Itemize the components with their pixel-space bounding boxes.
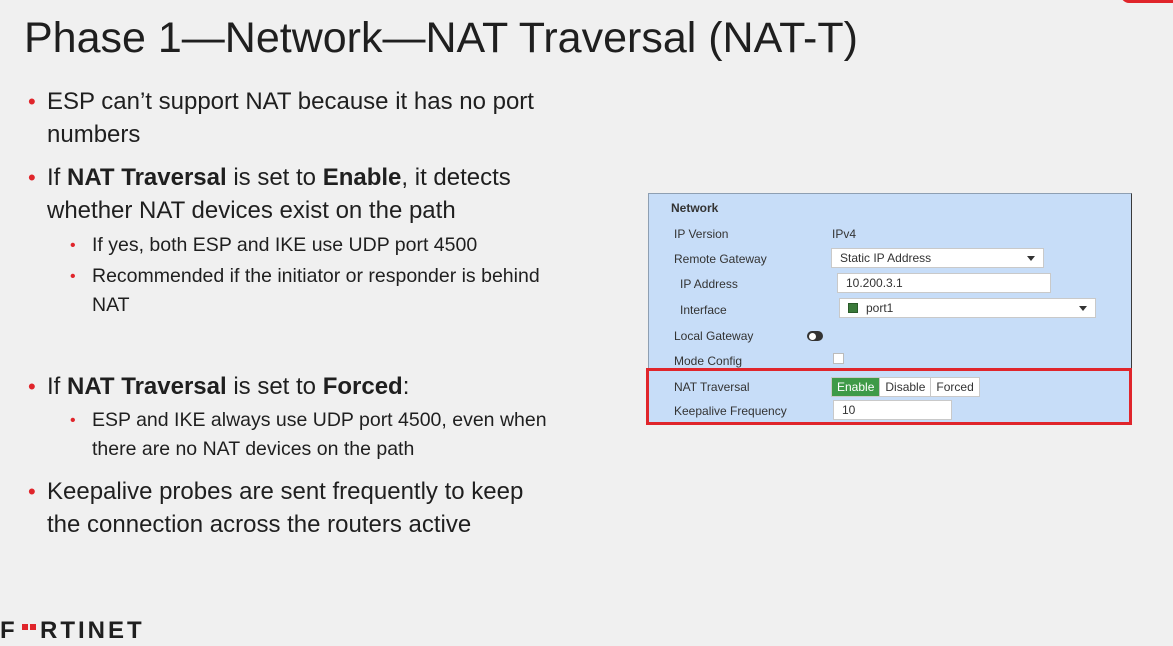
subbullet-text: Recommended if the initiator or responde…	[92, 265, 540, 287]
network-port-icon	[848, 303, 858, 313]
bullet-esp-nat: • ESP can’t support NAT because it has n…	[28, 85, 534, 151]
bullet-text: whether NAT devices exist on the path	[47, 197, 456, 224]
bold-term: Forced	[322, 373, 403, 400]
chevron-down-icon	[1079, 306, 1087, 311]
subbullet-udp-4500: • If yes, both ESP and IKE use UDP port …	[70, 231, 477, 260]
bold-term: Enable	[322, 164, 402, 191]
bullet-nat-forced: • If NAT Traversal is set to Forced:	[28, 370, 409, 403]
subbullet-recommended: • Recommended if the initiator or respon…	[70, 262, 540, 320]
fortinet-logo: F RTINET	[0, 617, 160, 646]
ip-address-label: IP Address	[680, 277, 738, 291]
bullet-text: the connection across the routers active	[47, 511, 472, 538]
svg-text:F: F	[0, 619, 18, 639]
bullet-text: is set to	[226, 164, 323, 191]
interface-select[interactable]: port1	[839, 298, 1096, 318]
bullet-dot-icon: •	[28, 165, 36, 190]
subbullet-text: ESP and IKE always use UDP port 4500, ev…	[92, 409, 547, 431]
bullet-dot-icon: •	[28, 89, 36, 114]
ip-version-label: IP Version	[674, 227, 729, 241]
bullet-text: is set to	[226, 373, 323, 400]
remote-gateway-label: Remote Gateway	[674, 252, 767, 266]
subbullet-text: there are no NAT devices on the path	[92, 438, 415, 460]
bullet-text: Keepalive probes are sent frequently to …	[47, 478, 524, 505]
slide-title: Phase 1—Network—NAT Traversal (NAT-T)	[24, 14, 858, 62]
remote-gateway-value: Static IP Address	[840, 251, 932, 265]
mode-config-checkbox[interactable]	[833, 353, 844, 364]
local-gateway-toggle[interactable]	[807, 331, 823, 341]
bold-term: NAT Traversal	[67, 164, 227, 191]
bullet-keepalive: • Keepalive probes are sent frequently t…	[28, 475, 523, 541]
subbullet-text: If yes, both ESP and IKE use UDP port 45…	[92, 234, 478, 256]
bullet-text: ESP can’t support NAT because it has no …	[47, 88, 534, 115]
bullet-dot-icon: •	[70, 412, 76, 429]
interface-value: port1	[866, 301, 894, 315]
bullet-text: If	[47, 373, 68, 400]
ip-address-input[interactable]: 10.200.3.1	[837, 273, 1051, 293]
bullet-text: :	[402, 373, 410, 400]
ip-version-value: IPv4	[832, 227, 857, 241]
mode-config-label: Mode Config	[674, 354, 743, 368]
panel-heading: Network	[671, 201, 719, 215]
fortinet-logo-icon: F RTINET	[0, 617, 145, 644]
bullet-dot-icon: •	[70, 268, 76, 285]
bullet-dot-icon: •	[70, 237, 76, 254]
bullet-text: , it detects	[401, 164, 511, 191]
bold-term: NAT Traversal	[67, 373, 227, 400]
bullet-dot-icon: •	[28, 479, 36, 504]
interface-label: Interface	[680, 303, 727, 317]
bullet-text: numbers	[47, 121, 141, 148]
local-gateway-label: Local Gateway	[674, 329, 754, 343]
remote-gateway-select[interactable]: Static IP Address	[831, 248, 1044, 268]
chevron-down-icon	[1027, 256, 1035, 261]
nat-highlight-box	[646, 368, 1132, 425]
bullet-nat-enable: • If NAT Traversal is set to Enable, it …	[28, 161, 511, 227]
bullet-text: If	[47, 164, 68, 191]
subbullet-text: NAT	[92, 294, 130, 316]
corner-accent	[1121, 0, 1173, 3]
subbullet-always-udp: • ESP and IKE always use UDP port 4500, …	[70, 406, 547, 464]
svg-text:RTINET: RTINET	[40, 619, 145, 639]
bullet-dot-icon: •	[28, 374, 36, 399]
